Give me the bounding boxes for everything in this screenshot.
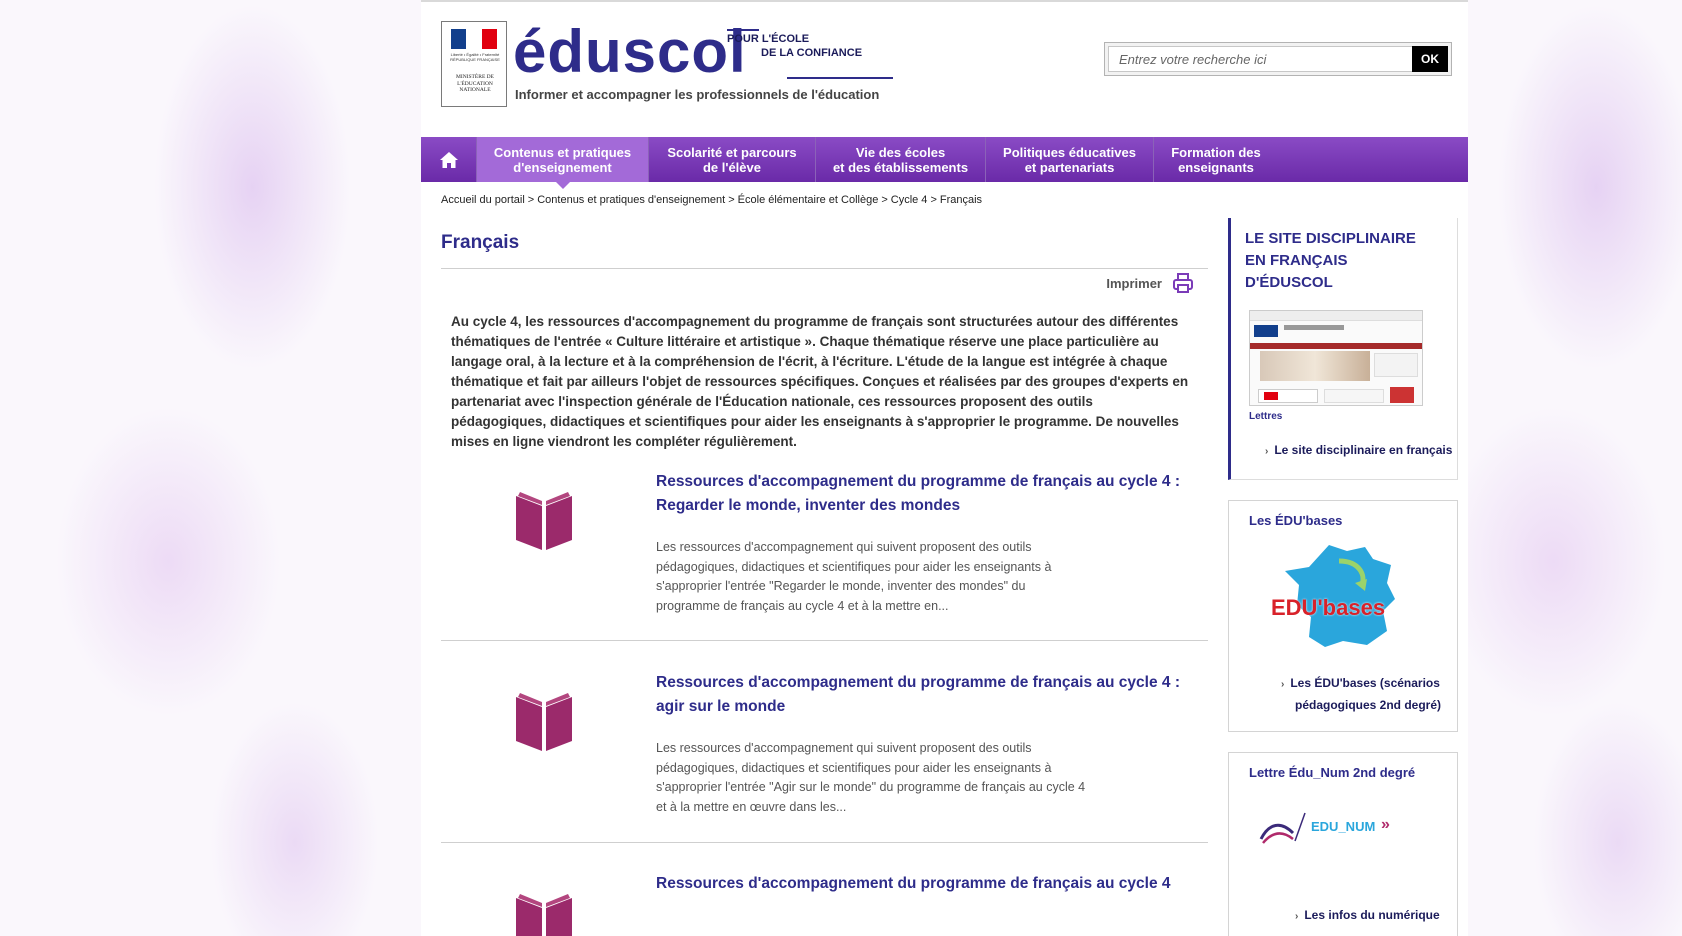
- breadcrumb-item[interactable]: Contenus et pratiques d'enseignement: [537, 194, 725, 206]
- edubases-logo[interactable]: EDU'bases: [1269, 541, 1419, 651]
- print-label: Imprimer: [1106, 275, 1162, 291]
- nav-label: de l'élève: [702, 159, 761, 175]
- edunum-logo[interactable]: EDU_NUM »: [1259, 811, 1399, 845]
- nav-item-politiques[interactable]: Politiques éducatives et partenariats: [985, 137, 1153, 182]
- resource-divider: [441, 842, 1208, 843]
- edubases-logo-text: EDU'bases: [1271, 595, 1386, 620]
- nav-item-scolarite[interactable]: Scolarité et parcours de l'élève: [648, 137, 815, 182]
- search-submit-button[interactable]: OK: [1412, 46, 1448, 72]
- link-label: Les ÉDU'bases (scénarios: [1290, 676, 1440, 690]
- print-button[interactable]: Imprimer: [1106, 272, 1194, 294]
- resource-title-link[interactable]: Ressources d'accompagnement du programme…: [656, 470, 1196, 518]
- marianne-flag-icon: [451, 29, 497, 49]
- ministry-logo[interactable]: Liberté • Égalité • Fraternité RÉPUBLIQU…: [441, 21, 507, 107]
- nav-label: et des établissements: [832, 159, 969, 175]
- nav-item-formation[interactable]: Formation des enseignants: [1153, 137, 1278, 182]
- nav-label: d'enseignement: [513, 159, 612, 175]
- site-disciplinaire-link[interactable]: › Le site disciplinaire en français: [1265, 440, 1452, 462]
- nav-label: Politiques éducatives: [1003, 144, 1136, 160]
- page-background-right: [1468, 0, 1682, 936]
- home-icon: [439, 151, 458, 168]
- confiance-line-2: DE LA CONFIANCE: [761, 47, 863, 59]
- site-thumbnail[interactable]: [1249, 310, 1423, 406]
- breadcrumb-separator: >: [527, 194, 535, 206]
- search-input[interactable]: [1108, 46, 1413, 72]
- feather-book-icon: [1259, 812, 1306, 844]
- breadcrumb-item[interactable]: Accueil du portail: [441, 194, 525, 206]
- link-label: Le site disciplinaire en français: [1274, 443, 1453, 457]
- nav-home-button[interactable]: [421, 137, 476, 182]
- edunum-link[interactable]: › Les infos du numérique: [1295, 905, 1440, 927]
- link-label: Les infos du numérique: [1304, 908, 1440, 922]
- edubases-link[interactable]: › Les ÉDU'bases (scénarios pédagogiques 2…: [1281, 673, 1451, 715]
- nav-label: Scolarité et parcours: [667, 144, 797, 160]
- sidebar-box-edubases: Les ÉDU'bases EDU'bases › Les ÉDU'bases (…: [1228, 500, 1458, 732]
- resource-description: Les ressources d'accompagnement qui suiv…: [656, 741, 1086, 814]
- search-box: OK: [1104, 42, 1452, 76]
- thumbnail-caption: Lettres: [1249, 411, 1283, 422]
- ecole-confiance-badge: POUR L'ÉCOLE DE LA CONFIANCE: [727, 29, 893, 79]
- top-divider: [421, 0, 1468, 2]
- printer-icon: [1173, 273, 1193, 293]
- title-divider: [441, 268, 1208, 269]
- breadcrumb-item[interactable]: École élémentaire et Collège: [738, 194, 879, 206]
- book-icon[interactable]: [514, 689, 574, 753]
- eduscol-logo[interactable]: éduscol: [513, 18, 747, 86]
- page-background-left: [0, 0, 421, 936]
- sidebar-box-title: Le site disciplinaire en français d'édus…: [1245, 230, 1416, 291]
- breadcrumb-separator: >: [728, 194, 735, 206]
- link-label: pédagogiques 2nd degré): [1295, 698, 1442, 712]
- sidebar-box-edunum: Lettre Édu_Num 2nd degré EDU_NUM » › Les …: [1228, 752, 1458, 936]
- confiance-line-1: POUR L'ÉCOLE: [727, 33, 810, 45]
- page-title: Français: [441, 232, 520, 253]
- nav-label: enseignants: [1178, 159, 1254, 175]
- nav-label: et partenariats: [1024, 159, 1115, 175]
- nav-item-vie-ecoles[interactable]: Vie des écoles et des établissements: [815, 137, 985, 182]
- main-nav: Contenus et pratiques d'enseignement Scol…: [421, 137, 1468, 189]
- site-tagline: Informer et accompagner les professionne…: [515, 87, 880, 102]
- intro-paragraph: Au cycle 4, les ressources d'accompagnem…: [451, 314, 1189, 449]
- republic-motto: Liberté • Égalité • Fraternité RÉPUBLIQU…: [450, 52, 500, 62]
- nav-item-contenus[interactable]: Contenus et pratiques d'enseignement: [476, 137, 648, 189]
- sidebar-box-site-disciplinaire: Le site disciplinaire en français d'édus…: [1228, 218, 1458, 480]
- breadcrumb-separator: >: [930, 194, 937, 206]
- resource-divider: [441, 640, 1208, 641]
- book-icon[interactable]: [514, 488, 574, 552]
- resource-title-link[interactable]: Ressources d'accompagnement du programme…: [656, 872, 1196, 896]
- double-chevron-icon: »: [1381, 816, 1390, 833]
- resource-description: Les ressources d'accompagnement qui suiv…: [656, 540, 1052, 613]
- edunum-logo-text: EDU_NUM: [1311, 819, 1376, 834]
- main-content: Français Imprimer Au cycle 4, les ressou…: [441, 216, 1208, 936]
- book-icon[interactable]: [514, 890, 574, 936]
- breadcrumb-item[interactable]: Cycle 4: [891, 194, 928, 206]
- chevron-right-icon: ›: [1281, 679, 1285, 690]
- breadcrumb-separator: >: [881, 194, 888, 206]
- nav-label: Contenus et pratiques: [493, 144, 632, 160]
- sidebar-box-title: Les ÉDU'bases: [1249, 513, 1343, 528]
- chevron-right-icon: ›: [1265, 446, 1269, 457]
- nav-label: Vie des écoles: [855, 144, 946, 160]
- breadcrumb-current: Français: [939, 194, 983, 206]
- nav-label: Formation des: [1171, 144, 1261, 160]
- chevron-right-icon: ›: [1295, 911, 1299, 922]
- resource-title-link[interactable]: Ressources d'accompagnement du programme…: [656, 671, 1196, 719]
- ministry-name: MINISTÈRE DE L'ÉDUCATION NATIONALE: [455, 74, 495, 93]
- breadcrumb: Accueil du portail > Contenus et pratiques…: [441, 194, 982, 206]
- sidebar-box-title: Lettre Édu_Num 2nd degré: [1249, 765, 1416, 780]
- page-container: Liberté • Égalité • Fraternité RÉPUBLIQU…: [421, 0, 1468, 936]
